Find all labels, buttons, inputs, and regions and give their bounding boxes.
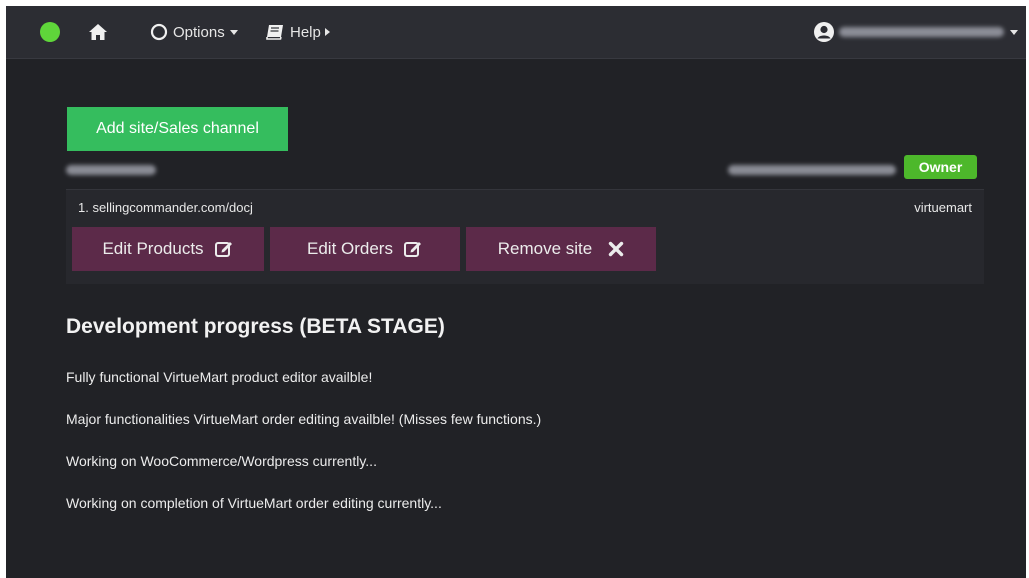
user-menu[interactable] xyxy=(813,21,1018,43)
site-platform: virtuemart xyxy=(914,200,972,215)
progress-line: Working on WooCommerce/Wordpress current… xyxy=(66,453,377,469)
progress-line: Working on completion of VirtueMart orde… xyxy=(66,495,442,511)
site-owner-name-redacted xyxy=(66,165,156,175)
circle-icon xyxy=(150,23,168,41)
chevron-right-icon xyxy=(324,28,330,36)
close-icon xyxy=(608,241,624,257)
user-circle-icon xyxy=(813,21,835,43)
edit-icon xyxy=(214,239,234,259)
help-menu[interactable]: Help xyxy=(265,20,330,44)
edit-products-label: Edit Products xyxy=(102,239,204,258)
home-icon[interactable] xyxy=(88,23,108,46)
progress-line: Major functionalities VirtueMart order e… xyxy=(66,411,542,427)
progress-title: Development progress (BETA STAGE) xyxy=(66,315,445,338)
edit-products-button[interactable]: Edit Products xyxy=(72,227,264,271)
top-navbar: Options Help xyxy=(6,6,1026,59)
help-label: Help xyxy=(290,23,321,41)
owner-badge: Owner xyxy=(904,155,977,179)
user-email-redacted xyxy=(839,27,1004,37)
chevron-down-icon xyxy=(229,29,238,35)
remove-site-label: Remove site xyxy=(497,239,593,258)
remove-site-button[interactable]: Remove site xyxy=(466,227,656,271)
edit-icon xyxy=(403,239,423,259)
app-window: Options Help Add site/Sales channel Owne… xyxy=(6,6,1026,578)
options-label: Options xyxy=(173,23,225,41)
edit-orders-label: Edit Orders xyxy=(307,239,393,258)
site-panel: 1. sellingcommander.com/docj virtuemart … xyxy=(66,189,984,284)
edit-orders-button[interactable]: Edit Orders xyxy=(270,227,460,271)
book-icon xyxy=(265,23,287,41)
site-owner-email-redacted xyxy=(728,165,896,175)
progress-line: Fully functional VirtueMart product edit… xyxy=(66,369,373,385)
add-site-button[interactable]: Add site/Sales channel xyxy=(67,107,288,151)
site-url: 1. sellingcommander.com/docj xyxy=(78,200,253,215)
options-menu[interactable]: Options xyxy=(150,20,238,44)
status-indicator xyxy=(40,22,60,42)
chevron-down-icon xyxy=(1010,29,1018,35)
